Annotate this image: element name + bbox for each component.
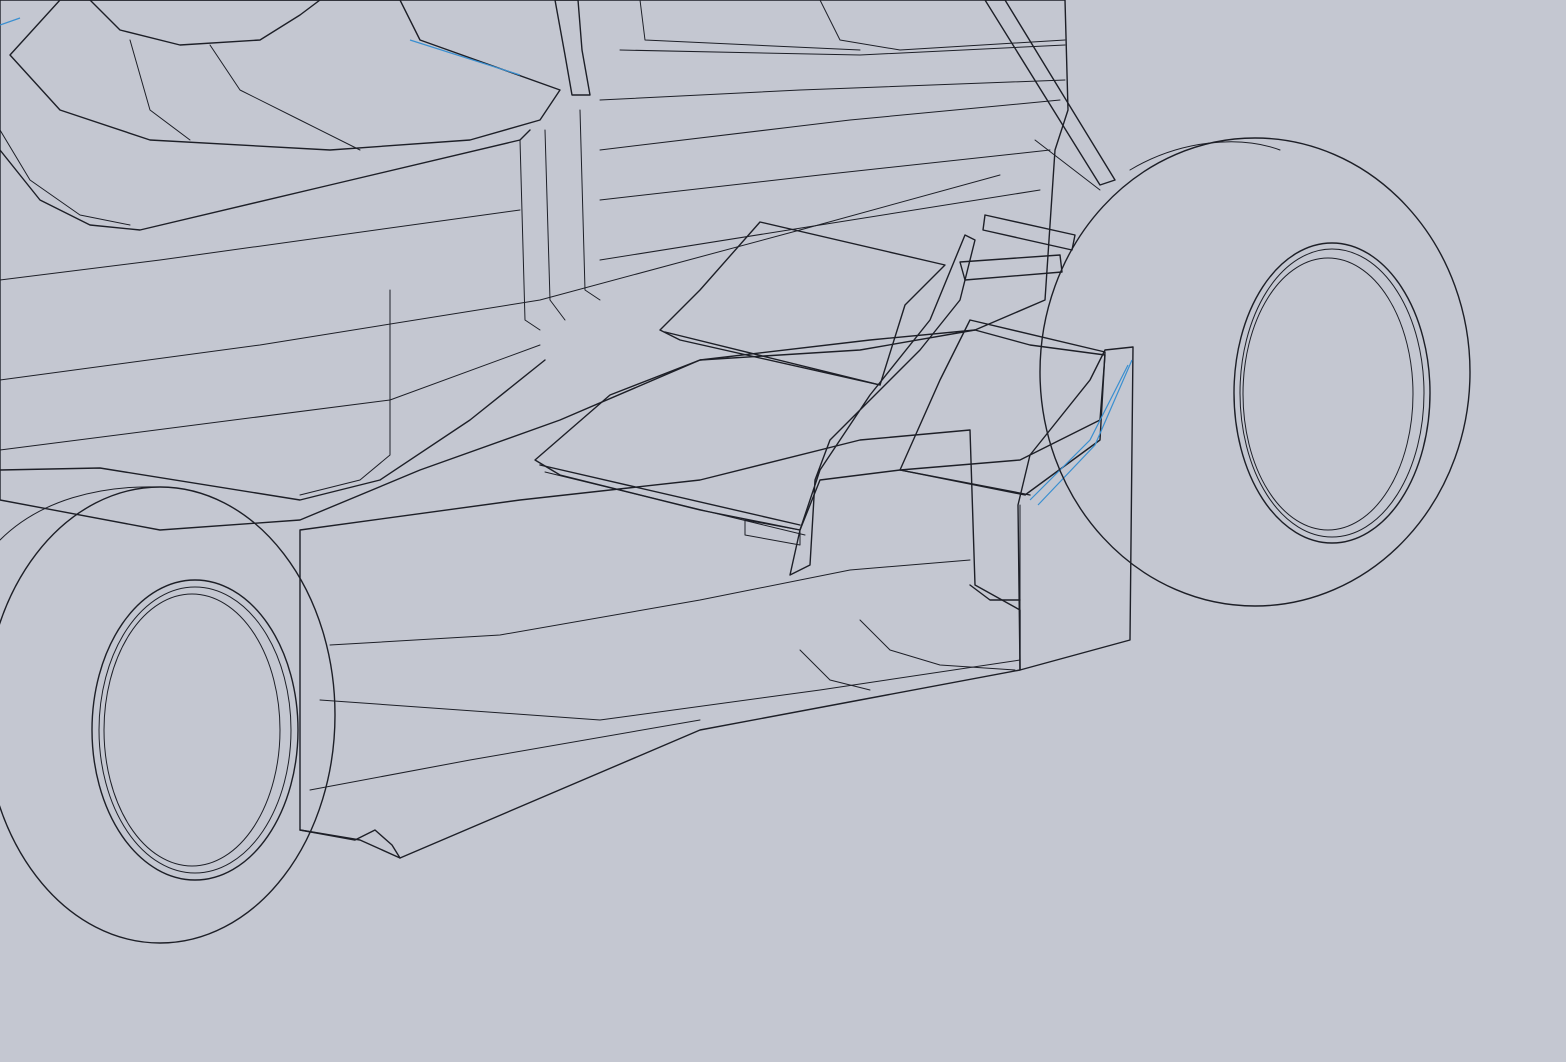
front-wing-endplate[interactable] (789, 234, 1134, 671)
cockpit[interactable] (0, 0, 561, 151)
roll-bar[interactable] (554, 0, 1116, 191)
nose-cone[interactable] (299, 429, 1021, 859)
chassis-body[interactable] (0, 0, 1069, 531)
front-left-tire[interactable] (0, 486, 336, 944)
suspension-arms[interactable] (959, 214, 1076, 281)
race-car-model[interactable] (0, 0, 1566, 1062)
cad-3d-viewport[interactable] (0, 0, 1566, 1062)
